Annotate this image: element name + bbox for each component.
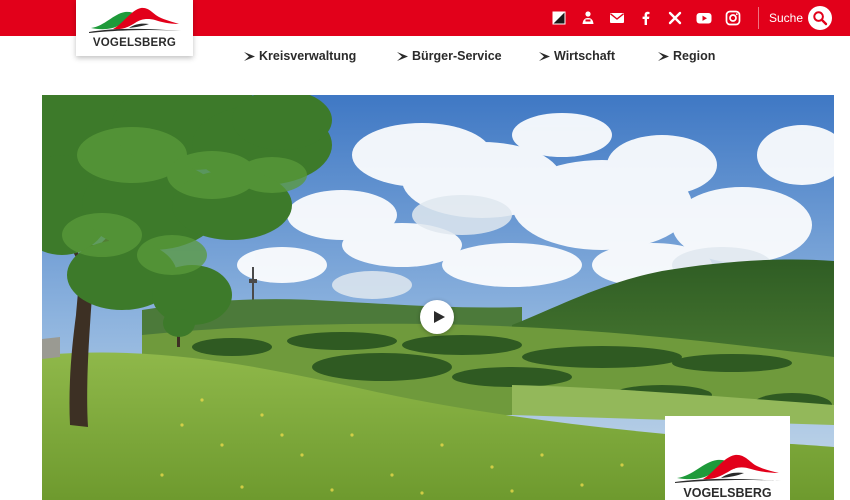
vogelsberg-logo-mark — [88, 7, 181, 33]
nav-item-label: Wirtschaft — [554, 49, 616, 63]
nav-item-region[interactable]: Region — [657, 49, 715, 63]
sign-language-icon[interactable] — [577, 7, 599, 29]
facebook-icon[interactable] — [635, 7, 657, 29]
instagram-icon[interactable] — [722, 7, 744, 29]
nav-item-label: Bürger-Service — [412, 49, 502, 63]
corner-logo-text: VOGELSBERG — [683, 486, 772, 500]
search-button[interactable]: Suche — [769, 6, 832, 30]
social-divider — [757, 7, 759, 29]
play-button[interactable] — [420, 300, 454, 334]
social-links: Suche — [541, 6, 832, 30]
arrow-icon — [244, 51, 255, 61]
main-navigation: Kreisverwaltung Bürger-Service Wirtschaf… — [0, 36, 850, 76]
nav-item-kreisverwaltung[interactable]: Kreisverwaltung — [243, 49, 356, 63]
nav-item-label: Kreisverwaltung — [259, 49, 357, 63]
corner-logo: VOGELSBERG — [665, 416, 790, 500]
search-icon[interactable] — [808, 6, 832, 30]
contrast-icon[interactable] — [548, 7, 570, 29]
arrow-icon — [539, 51, 550, 61]
arrow-icon — [397, 51, 408, 61]
youtube-icon[interactable] — [693, 7, 715, 29]
arrow-icon — [658, 51, 669, 61]
page: Suche VOGELSBERG Kreisverwaltung Bürger-… — [0, 0, 850, 500]
x-icon[interactable] — [664, 7, 686, 29]
search-label: Suche — [768, 11, 803, 25]
vogelsberg-logo-mark — [674, 454, 781, 483]
nav-item-buerger-service[interactable]: Bürger-Service — [396, 49, 502, 63]
hero-video[interactable]: VOGELSBERG — [42, 95, 834, 500]
mail-icon[interactable] — [606, 7, 628, 29]
nav-item-label: Region — [673, 49, 716, 63]
nav-item-wirtschaft[interactable]: Wirtschaft — [538, 49, 615, 63]
play-icon — [433, 311, 445, 323]
